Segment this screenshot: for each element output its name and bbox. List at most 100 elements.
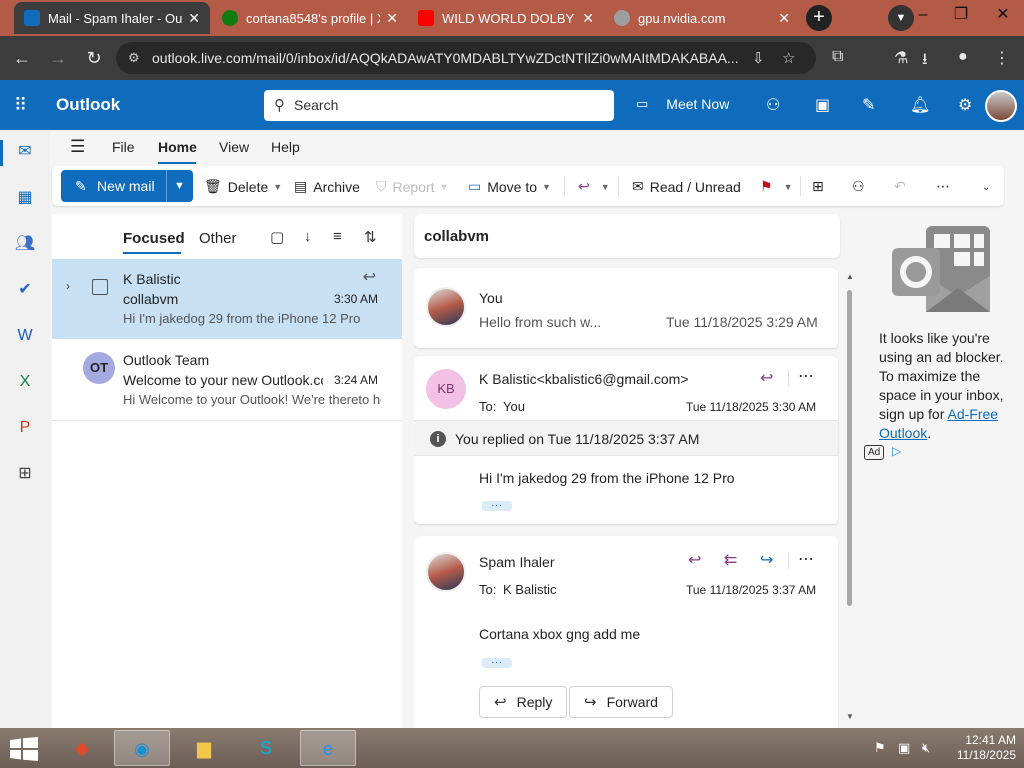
close-tab-icon[interactable]: ✕ xyxy=(188,10,200,27)
tab-home[interactable]: Home xyxy=(158,139,197,155)
taskbar-file-explorer-icon[interactable]: ▆ xyxy=(176,730,232,766)
close-tab-icon[interactable]: ✕ xyxy=(582,10,594,27)
chevron-down-icon[interactable]: ▼ xyxy=(273,182,282,192)
message-checkbox[interactable] xyxy=(92,279,108,295)
filter-icon[interactable]: ≡ xyxy=(333,228,342,245)
more-apps-icon[interactable]: ⊞ xyxy=(13,462,37,486)
bookmark-star-icon[interactable]: ☆ xyxy=(782,49,795,67)
account-avatar[interactable] xyxy=(985,90,1017,122)
more-options-button[interactable]: ⋯ xyxy=(936,178,956,195)
chevron-down-icon[interactable]: ▼ xyxy=(601,182,610,192)
reply-icon[interactable]: ↩ xyxy=(760,368,773,388)
tab-view[interactable]: View xyxy=(219,139,249,155)
undo-button[interactable]: ↶ xyxy=(894,178,912,195)
install-app-icon[interactable]: ⇩ xyxy=(752,49,765,67)
taskbar-app-icon[interactable]: ◆ xyxy=(54,730,110,766)
windows-start-icon[interactable] xyxy=(10,737,38,761)
system-clock[interactable]: 12:41 AM 11/18/2025 xyxy=(950,733,1016,763)
back-arrow-icon[interactable]: ← xyxy=(10,46,34,70)
more-actions-ellipsis-icon[interactable]: ⋯ xyxy=(798,549,814,569)
message-from[interactable]: K Balistic<kbalistic6@gmail.com> xyxy=(479,371,689,387)
word-icon[interactable]: W xyxy=(13,324,37,348)
close-tab-icon[interactable]: ✕ xyxy=(778,10,790,27)
calendar-icon[interactable]: ▦ xyxy=(13,186,37,210)
chevron-down-icon[interactable]: ▼ xyxy=(542,182,551,192)
tab-other[interactable]: Other xyxy=(199,230,237,247)
reload-icon[interactable]: ↻ xyxy=(82,46,106,70)
scrollbar-thumb[interactable] xyxy=(847,290,852,606)
restore-window-icon[interactable]: ❐ xyxy=(942,0,980,30)
forward-icon[interactable]: ↪ xyxy=(760,550,773,570)
search-input[interactable] xyxy=(294,95,594,115)
forward-button[interactable]: ↪ Forward xyxy=(569,686,673,718)
app-launcher-icon[interactable]: ⠿ xyxy=(14,95,27,116)
url-text[interactable]: outlook.live.com/mail/0/inbox/id/AQQkADA… xyxy=(152,50,742,66)
notifications-bell-icon[interactable]: 🔔︎ xyxy=(910,95,930,115)
meet-now-button[interactable]: ▭ Meet Now xyxy=(636,96,729,112)
powerpoint-icon[interactable]: P xyxy=(13,416,37,440)
archive-button[interactable]: ▤ Archive xyxy=(294,178,360,195)
rules-button[interactable]: ⊞ xyxy=(812,178,830,195)
outlook-brand[interactable]: Outlook xyxy=(56,95,120,115)
reply-icon[interactable]: ↩ xyxy=(688,550,701,570)
close-window-icon[interactable]: ✕ xyxy=(984,0,1022,30)
delete-button[interactable]: 🗑︎ Delete ▼ xyxy=(204,178,282,195)
action-center-flag-icon[interactable]: ⚑ xyxy=(874,740,886,756)
browser-menu-icon[interactable]: ⋮ xyxy=(994,48,1010,68)
reply-all-icon[interactable]: ⇇ xyxy=(724,550,737,570)
network-icon[interactable]: ▣ xyxy=(898,740,910,756)
minimize-window-icon[interactable]: – xyxy=(904,0,942,30)
my-day-icon[interactable]: ✎ xyxy=(862,95,875,115)
office-apps-icon[interactable]: ▣ xyxy=(815,95,830,115)
message-from[interactable]: Spam Ihaler xyxy=(479,554,554,570)
settings-gear-icon[interactable]: ⚙ xyxy=(958,95,972,115)
address-bar[interactable]: ⚙ outlook.live.com/mail/0/inbox/id/AQQkA… xyxy=(116,42,816,74)
close-tab-icon[interactable]: ✕ xyxy=(386,10,398,27)
todo-check-icon[interactable]: ✔ xyxy=(13,278,37,302)
reading-pane-scrollbar[interactable]: ▲ ▼ xyxy=(846,272,854,721)
mail-icon[interactable]: ✉ xyxy=(13,140,37,164)
expand-thread-chevron-icon[interactable]: › xyxy=(66,279,70,293)
list-item[interactable]: OT Outlook Team Welcome to your new Outl… xyxy=(52,340,402,420)
jump-to-arrow-icon[interactable]: ↓ xyxy=(304,228,312,245)
extensions-icon[interactable]: ⧉ xyxy=(832,48,843,66)
reply-all-button[interactable]: ↩ ▼ xyxy=(578,178,610,195)
show-trimmed-content-button[interactable]: ... xyxy=(482,499,512,511)
ad-choices-icon[interactable]: ▷ xyxy=(892,444,901,458)
downloads-icon[interactable]: ⭳ xyxy=(922,48,928,75)
excel-icon[interactable]: X xyxy=(13,370,37,394)
taskbar-internet-explorer-icon[interactable]: e xyxy=(300,730,356,766)
reply-button[interactable]: ↩ Reply xyxy=(479,686,568,718)
chevron-down-icon[interactable]: ▼ xyxy=(440,182,449,192)
site-info-icon[interactable]: ⚙ xyxy=(128,50,140,66)
labs-flask-icon[interactable]: ⚗ xyxy=(894,48,908,68)
read-unread-button[interactable]: ✉ Read / Unread xyxy=(632,178,741,195)
tab-file[interactable]: File xyxy=(112,139,135,155)
search-box[interactable]: ⚲ xyxy=(264,90,614,121)
taskbar-skype-icon[interactable]: S xyxy=(238,730,294,766)
browser-tab-youtube[interactable]: WILD WORLD DOLBY VISION ✕ xyxy=(408,2,604,34)
scroll-down-arrow-icon[interactable]: ▼ xyxy=(846,712,854,721)
teams-icon[interactable]: ⚇ xyxy=(766,95,780,115)
taskbar-chrome-icon[interactable]: ◉ xyxy=(114,730,170,766)
volume-muted-icon[interactable]: 🔇︎ xyxy=(922,740,930,756)
list-item[interactable]: › K Balistic ↩ collabvm 3:30 AM Hi I'm j… xyxy=(52,259,402,339)
more-actions-ellipsis-icon[interactable]: ⋯ xyxy=(798,366,814,386)
scroll-up-arrow-icon[interactable]: ▲ xyxy=(846,272,854,281)
expand-ribbon-button[interactable]: ⌄ xyxy=(982,182,996,193)
report-button[interactable]: ⛉ Report ▼ xyxy=(376,178,448,195)
browser-tab-mail[interactable]: Mail - Spam Ihaler - Outlook ✕ xyxy=(14,2,210,34)
new-mail-dropdown-chevron-icon[interactable]: ▼ xyxy=(166,170,192,202)
flag-button[interactable]: ⚑ ▼ xyxy=(760,178,792,195)
browser-tab-nvidia[interactable]: gpu.nvidia.com ✕ xyxy=(604,2,800,34)
show-trimmed-content-button[interactable]: ... xyxy=(482,656,512,668)
move-to-button[interactable]: ▭ Move to ▼ xyxy=(468,178,551,195)
forward-arrow-icon[interactable]: → xyxy=(46,46,70,70)
message-card-collapsed[interactable]: You Hello from such w... Tue 11/18/2025 … xyxy=(414,268,838,348)
sort-icon[interactable]: ⇅ xyxy=(364,228,377,246)
groups-button[interactable]: ⚇ xyxy=(852,178,871,195)
profile-icon[interactable]: ● xyxy=(958,48,968,66)
people-icon[interactable]: 👥︎ xyxy=(13,232,37,256)
chevron-down-icon[interactable]: ▼ xyxy=(784,182,793,192)
tab-help[interactable]: Help xyxy=(271,139,300,155)
